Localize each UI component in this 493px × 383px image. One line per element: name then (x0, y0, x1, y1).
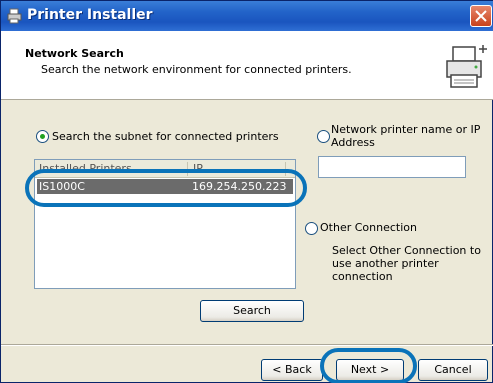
column-installed-printers[interactable]: Installed Printers (39, 162, 132, 175)
cancel-button[interactable]: Cancel (418, 359, 488, 381)
wizard-header: Network Search Search the network enviro… (1, 31, 493, 100)
close-button[interactable] (470, 5, 492, 27)
printer-list-header: Installed Printers IP (35, 160, 295, 178)
next-button[interactable]: Next > (336, 359, 404, 381)
column-ip[interactable]: IP (193, 162, 203, 175)
printer-installer-icon (7, 8, 23, 24)
network-name-input[interactable] (318, 156, 466, 178)
other-connection-label: Other Connection (320, 221, 417, 234)
title-bar: Printer Installer (1, 1, 493, 31)
page-title: Network Search (25, 47, 124, 60)
other-connection-description-2: use another printer (332, 257, 439, 270)
column-separator (187, 162, 188, 176)
close-icon (475, 10, 487, 22)
table-row[interactable]: IS1000C 169.254.250.223 (37, 179, 293, 194)
search-button[interactable]: Search (200, 300, 304, 322)
printer-ip-cell: 169.254.250.223 (192, 180, 287, 193)
column-separator (285, 162, 286, 176)
search-subnet-radio[interactable] (36, 130, 49, 143)
other-connection-radio[interactable] (305, 222, 318, 235)
printer-add-icon (441, 41, 489, 93)
network-name-label-line1: Network printer name or IP (331, 123, 481, 136)
footer-divider (1, 344, 493, 346)
window-title: Printer Installer (27, 7, 153, 23)
search-subnet-label: Search the subnet for connected printers (52, 130, 279, 143)
back-button[interactable]: < Back (261, 359, 323, 381)
other-connection-description-1: Select Other Connection to (332, 244, 481, 257)
printer-list[interactable]: Installed Printers IP IS1000C 169.254.25… (34, 159, 296, 289)
other-connection-description-3: connection (332, 270, 393, 283)
network-name-label-line2: Address (331, 136, 375, 149)
printer-name-cell: IS1000C (39, 180, 85, 193)
printer-installer-window: Printer Installer Network Search Search … (0, 0, 493, 383)
page-subtitle: Search the network environment for conne… (41, 63, 352, 76)
network-name-radio[interactable] (317, 130, 330, 143)
